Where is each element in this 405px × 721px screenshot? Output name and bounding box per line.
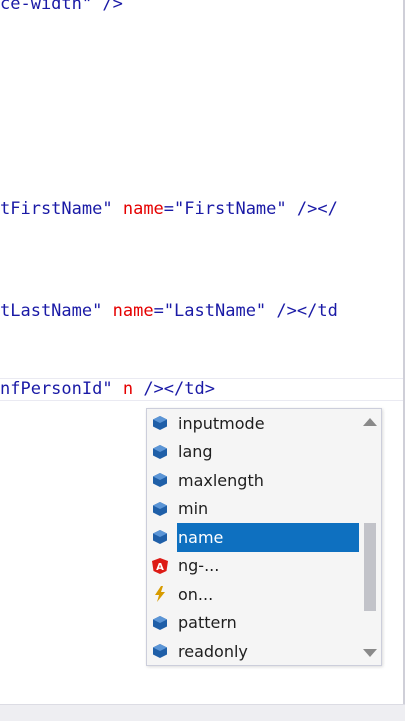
completion-item-lang[interactable]: lang <box>147 438 359 467</box>
code-line-3[interactable]: tLastName" name="LastName" /></td <box>0 301 338 321</box>
code-string: nfPersonId" <box>0 379 113 399</box>
property-icon <box>151 614 169 632</box>
angular-icon: A <box>151 557 169 575</box>
completion-list[interactable]: inputmode lang maxlength min name Ang-... on..… <box>147 409 359 666</box>
code-punct: /></ <box>286 199 338 219</box>
code-punct: /> <box>92 0 123 14</box>
editor-bottom-bar <box>0 704 405 721</box>
code-line-1[interactable]: ce-width" /> <box>0 0 123 14</box>
code-string: "LastName" <box>163 301 267 321</box>
scroll-down-arrow-icon[interactable] <box>363 649 377 657</box>
code-equals: = <box>153 301 164 321</box>
property-icon <box>151 471 169 489</box>
code-attribute: name <box>112 301 154 321</box>
code-string: "FirstName" <box>174 199 287 219</box>
code-attribute: name <box>122 199 164 219</box>
completion-item-inputmode[interactable]: inputmode <box>147 409 359 438</box>
completion-item-maxlength[interactable]: maxlength <box>147 466 359 495</box>
completion-item-on[interactable]: on... <box>147 580 359 609</box>
completion-item-label: pattern <box>178 613 237 633</box>
completion-item-label: inputmode <box>178 413 265 433</box>
property-icon <box>151 642 169 660</box>
code-line-2[interactable]: tFirstName" name="FirstName" /></ <box>0 199 338 219</box>
code-line-4[interactable]: nfPersonId" n /></td> <box>0 379 215 399</box>
completion-item-label: readonly <box>178 641 248 661</box>
code-string: tLastName" <box>0 301 103 321</box>
completion-item-ng[interactable]: Ang-... <box>147 552 359 581</box>
code-string: ce-width" <box>0 0 93 14</box>
code-string: tFirstName" <box>0 199 113 219</box>
completion-item-label: min <box>178 499 209 519</box>
code-equals: = <box>163 199 175 219</box>
property-icon <box>151 414 169 432</box>
completion-item-min[interactable]: min <box>147 495 359 524</box>
code-typed-attribute: n <box>112 379 134 399</box>
completion-item-label: lang <box>178 442 213 462</box>
completion-item-label: name <box>178 527 224 547</box>
completion-item-pattern[interactable]: pattern <box>147 609 359 638</box>
completion-item-name[interactable]: name <box>147 523 359 552</box>
property-icon <box>151 500 169 518</box>
completion-item-label: on... <box>178 584 214 604</box>
completion-scrollbar[interactable] <box>359 409 381 665</box>
code-punct: /></td> <box>133 379 215 399</box>
scroll-thumb[interactable] <box>364 523 376 611</box>
scroll-up-arrow-icon[interactable] <box>363 418 377 426</box>
intellisense-popup[interactable]: inputmode lang maxlength min name Ang-... on..… <box>146 408 382 666</box>
event-icon <box>151 585 169 603</box>
property-icon <box>151 443 169 461</box>
code-punct: /></td <box>266 301 338 321</box>
svg-text:A: A <box>156 562 164 573</box>
property-icon <box>151 528 169 546</box>
completion-item-label: maxlength <box>178 470 264 490</box>
completion-item-readonly[interactable]: readonly <box>147 637 359 666</box>
completion-item-label: ng-... <box>178 556 220 576</box>
